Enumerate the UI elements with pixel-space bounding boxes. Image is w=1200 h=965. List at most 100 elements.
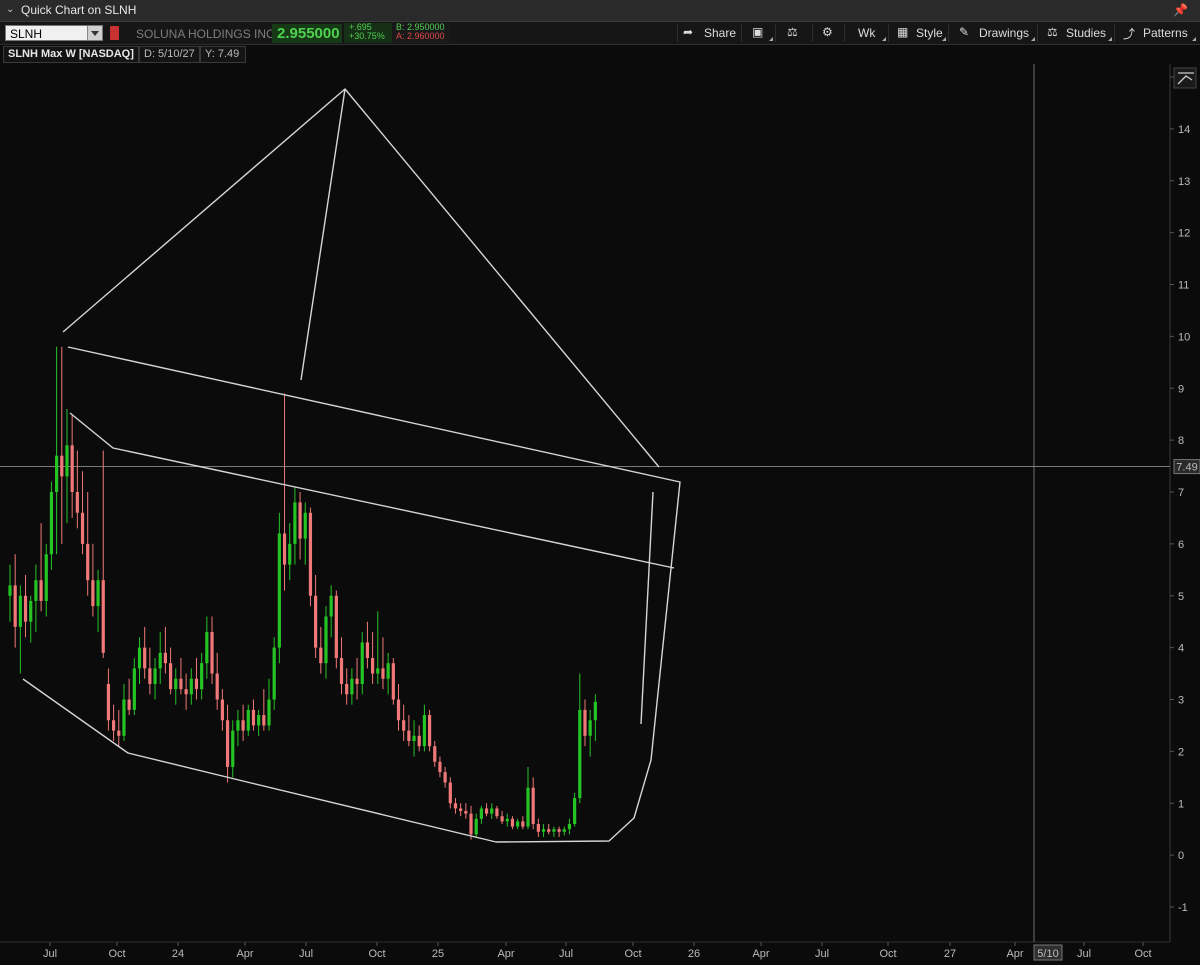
x-tick-label: Jul — [815, 948, 829, 960]
date-marker-label: 5/10 — [1037, 948, 1058, 960]
settings-button[interactable]: ⚙ — [812, 24, 844, 42]
x-tick-label: Oct — [879, 948, 896, 960]
candle-body — [573, 798, 577, 824]
candle-body — [231, 730, 235, 767]
candle-body — [75, 492, 79, 513]
candle-body — [459, 808, 463, 812]
y-tick-label: 7 — [1178, 487, 1184, 499]
candle-body — [184, 689, 188, 695]
dropdown-corner-icon — [1031, 37, 1035, 41]
candle-body — [153, 668, 157, 684]
studies-label: Studies — [1066, 26, 1107, 40]
cursor-value: Y: 7.49 — [200, 46, 246, 63]
candle-body — [526, 787, 530, 827]
symbol-value[interactable]: SLNH — [10, 27, 42, 41]
candle-body — [438, 761, 442, 773]
candle-body — [122, 699, 126, 736]
candle-body — [365, 642, 370, 658]
candle-body — [303, 512, 307, 539]
pin-icon[interactable]: 📌 — [1173, 3, 1188, 17]
symbol-flag-icon[interactable] — [110, 26, 119, 40]
candle-body — [402, 720, 406, 731]
study-label-text: SLNH Max W [NASDAQ] — [8, 48, 134, 60]
period-button[interactable]: Wk — [844, 24, 888, 42]
cursor-value-text: Y: 7.49 — [205, 48, 240, 60]
y-tick-label: 10 — [1178, 331, 1190, 343]
symbol-dropdown-button[interactable] — [87, 26, 102, 40]
candle-body — [23, 595, 28, 622]
candle-body — [552, 829, 556, 832]
chevron-down-icon[interactable]: ⌄ — [6, 4, 14, 15]
autoscale-button[interactable] — [1173, 67, 1197, 89]
period-label: Wk — [858, 26, 876, 40]
candle-body — [194, 678, 199, 690]
gear-icon: ⚙ — [822, 25, 833, 39]
candle-body — [562, 829, 566, 832]
candle-body — [236, 720, 240, 731]
flask-button[interactable]: ⚖ — [775, 24, 812, 42]
dropdown-corner-icon — [1108, 37, 1112, 41]
candle-body — [443, 772, 447, 783]
candle-body — [495, 808, 499, 817]
candle-body — [324, 616, 328, 664]
y-tick-label: 5 — [1178, 591, 1184, 603]
company-name: SOLUNA HOLDINGS INC — [136, 27, 275, 41]
candle-body — [210, 632, 214, 674]
candle-body — [277, 533, 281, 648]
candle — [334, 590, 338, 669]
cursor-date: D: 5/10/27 — [139, 46, 200, 63]
x-tick-label: 24 — [172, 948, 184, 960]
x-tick-label: 26 — [688, 948, 700, 960]
candle-body — [479, 808, 483, 819]
dropdown-corner-icon — [942, 37, 946, 41]
share-button[interactable]: ➦ Share — [677, 24, 741, 42]
candle-body — [241, 720, 245, 731]
candle-body — [334, 595, 338, 658]
patterns-label: Patterns — [1143, 26, 1188, 40]
candle-body — [86, 543, 90, 581]
y-tick-label: 2 — [1178, 746, 1184, 758]
candle-body — [541, 829, 546, 832]
snapshot-button[interactable]: ▣ — [741, 24, 775, 42]
candle-body — [371, 658, 375, 674]
candle-body — [376, 668, 380, 674]
candle-body — [251, 709, 256, 726]
candle-body — [433, 746, 437, 762]
percent-change: +30.75% — [349, 31, 385, 41]
drawings-button[interactable]: ✎ Drawings — [948, 24, 1037, 42]
candle-body — [225, 720, 230, 767]
x-tick-label: Oct — [624, 948, 641, 960]
patterns-button[interactable]: ⤴ Patterns — [1114, 24, 1198, 42]
y-tick-label: 3 — [1178, 695, 1184, 707]
candle-body — [412, 735, 416, 741]
candle-body — [117, 730, 121, 736]
candle-body — [505, 818, 509, 822]
candle-body — [329, 595, 333, 617]
last-price: 2.955000 — [277, 25, 340, 42]
y-tick-label: 1 — [1178, 798, 1184, 810]
studies-button[interactable]: ⚖ Studies — [1037, 24, 1114, 42]
price-chart[interactable]: 1514131211109876543210-1 JulOct24AprJulO… — [0, 64, 1200, 965]
patterns-icon: ⤴ — [1123, 27, 1136, 41]
candle-body — [39, 580, 43, 601]
last-price-box: 2.955000 — [272, 24, 342, 43]
candle-body — [137, 647, 142, 669]
y-tick-label: 11 — [1178, 280, 1189, 292]
x-tick-label: Oct — [108, 948, 125, 960]
candle-body — [578, 709, 582, 799]
symbol-input[interactable]: SLNH — [5, 25, 103, 41]
change-box: +.695 +30.75% — [344, 23, 392, 43]
candle-body — [220, 699, 224, 721]
chart-background — [0, 64, 1200, 965]
y-tick-label: 14 — [1178, 124, 1190, 136]
candle-body — [49, 492, 54, 555]
candle-body — [484, 808, 489, 814]
candle-body — [314, 595, 318, 648]
style-button[interactable]: ▦ Style — [888, 24, 948, 42]
candle-body — [272, 647, 276, 700]
candle-body — [386, 663, 390, 679]
style-label: Style — [916, 26, 943, 40]
chart-controls[interactable] — [1173, 67, 1197, 89]
candle-body — [148, 668, 152, 684]
candle-body — [127, 699, 131, 710]
